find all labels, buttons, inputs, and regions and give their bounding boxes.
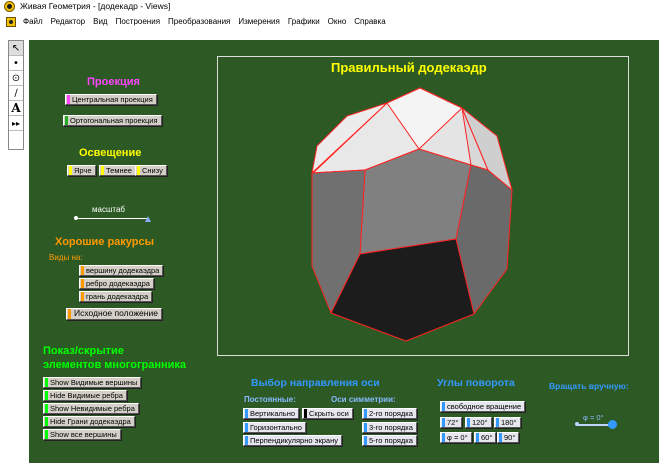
view-edge-button[interactable]: ребро додекаэдра bbox=[79, 278, 154, 289]
page-title: Правильный додекаэдр bbox=[331, 60, 487, 75]
from-below-label: Снизу bbox=[142, 166, 163, 175]
free-rotation-label: свободное вращение bbox=[447, 402, 522, 411]
angle-72-button[interactable]: 72° bbox=[440, 417, 463, 428]
visibility-title-line1: Показ/скрытие bbox=[43, 345, 124, 357]
view-face-label: грань додекаэдра bbox=[86, 292, 149, 301]
manual-rotation-title: Вращать вручную: bbox=[549, 381, 629, 391]
window-title-bar: Живая Геометрия - [додекадр - Views] bbox=[0, 0, 659, 14]
show-hidden-edges-button[interactable]: Show Невидимые ребра bbox=[43, 403, 139, 414]
reset-position-button[interactable]: Исходное положение bbox=[66, 308, 162, 320]
orthogonal-projection-button[interactable]: Ортогональная проекция bbox=[63, 115, 162, 126]
menu-bar: Файл Редактор Вид Построения Преобразова… bbox=[0, 14, 659, 29]
orthogonal-projection-label: Ортогональная проекция bbox=[70, 116, 158, 125]
menu-view[interactable]: Вид bbox=[89, 17, 111, 26]
reset-position-label: Исходное положение bbox=[74, 308, 158, 318]
views-title: Хорошие ракурсы bbox=[55, 236, 154, 248]
window-title: Живая Геометрия - [додекадр - Views] bbox=[20, 1, 171, 11]
axis-vertical-button[interactable]: Вертикально bbox=[243, 408, 300, 419]
hide-visible-edges-label: Hide Видимые ребра bbox=[50, 391, 123, 400]
axis-vertical-label: Вертикально bbox=[250, 409, 296, 418]
compass-tool-icon[interactable]: ⊙ bbox=[9, 71, 23, 86]
views-subtitle: Виды на: bbox=[49, 253, 83, 262]
menu-file[interactable]: Файл bbox=[19, 17, 47, 26]
axis-horizontal-label: Горизонтально bbox=[250, 423, 302, 432]
darker-label: Темнее bbox=[106, 166, 132, 175]
menu-measure[interactable]: Измерения bbox=[234, 17, 283, 26]
menu-window[interactable]: Окно bbox=[324, 17, 351, 26]
scale-slider-handle[interactable] bbox=[145, 216, 151, 222]
angle-180-button[interactable]: 180° bbox=[494, 417, 521, 428]
axis-perpendicular-button[interactable]: Перпендикулярно экрану bbox=[243, 435, 342, 446]
hide-axis-button[interactable]: Скрыть оси bbox=[302, 408, 353, 419]
dodecahedron-drawing[interactable] bbox=[217, 56, 629, 356]
hide-faces-button[interactable]: Hide Грани додекаэдра bbox=[43, 416, 135, 427]
axis-order5-button[interactable]: 5-го порядка bbox=[362, 435, 417, 446]
document-icon[interactable] bbox=[6, 16, 16, 27]
scale-label: масштаб bbox=[92, 205, 125, 214]
angle-90-label: 90° bbox=[504, 433, 516, 442]
arrow-select-icon[interactable]: ↖ bbox=[9, 41, 23, 56]
custom-tool-icon[interactable]: ▸▸ bbox=[9, 116, 23, 131]
hide-faces-label: Hide Грани додекаэдра bbox=[50, 417, 131, 426]
axis-order3-button[interactable]: 3-го порядка bbox=[362, 422, 417, 433]
central-projection-label: Центральная проекция bbox=[72, 95, 153, 104]
darker-button[interactable]: Темнее bbox=[99, 165, 136, 176]
show-visible-vertices-button[interactable]: Show Видимые вершины bbox=[43, 377, 142, 388]
manual-rotation-slider-handle[interactable] bbox=[608, 420, 617, 429]
sketchpad-app-icon bbox=[4, 1, 15, 12]
view-vertex-button[interactable]: вершину додекаэдра bbox=[79, 265, 164, 276]
sketch-canvas[interactable]: Правильный додекаэдр Проекция Центральна… bbox=[29, 40, 659, 463]
axis-order5-label: 5-го порядка bbox=[369, 436, 413, 445]
axis-constant-label: Постоянные: bbox=[244, 395, 296, 404]
point-tool-icon[interactable]: • bbox=[9, 56, 23, 71]
central-projection-button[interactable]: Центральная проекция bbox=[65, 94, 157, 105]
manual-rotation-slider-start bbox=[575, 422, 579, 426]
angle-180-label: 180° bbox=[501, 418, 517, 427]
lighting-title: Освещение bbox=[79, 147, 142, 159]
axis-title: Выбор направления оси bbox=[251, 377, 380, 389]
angle-72-label: 72° bbox=[447, 418, 459, 427]
show-visible-vertices-label: Show Видимые вершины bbox=[50, 378, 138, 387]
axis-order2-label: 2-го порядка bbox=[369, 409, 413, 418]
axis-order2-button[interactable]: 2-го порядка bbox=[362, 408, 417, 419]
segment-tool-icon[interactable]: ∕ bbox=[9, 86, 23, 101]
visibility-title-line2: элементов многогранника bbox=[43, 359, 187, 371]
menu-help[interactable]: Справка bbox=[350, 17, 389, 26]
show-hidden-edges-label: Show Невидимые ребра bbox=[50, 404, 135, 413]
view-edge-label: ребро додекаэдра bbox=[86, 279, 150, 288]
axis-order3-label: 3-го порядка bbox=[369, 423, 413, 432]
axis-perpendicular-label: Перпендикулярно экрану bbox=[250, 436, 338, 445]
angles-title: Углы поворота bbox=[437, 377, 515, 389]
text-tool-icon[interactable]: A bbox=[9, 101, 23, 116]
angle-90-button[interactable]: 90° bbox=[497, 432, 520, 443]
free-rotation-button[interactable]: свободное вращение bbox=[440, 401, 526, 412]
brighter-button[interactable]: Ярче bbox=[67, 165, 96, 176]
manual-rotation-slider-track[interactable] bbox=[577, 424, 611, 426]
axis-horizontal-button[interactable]: Горизонтально bbox=[243, 422, 306, 433]
tool-palette: ↖ • ⊙ ∕ A ▸▸ bbox=[8, 40, 24, 150]
menu-transform[interactable]: Преобразования bbox=[164, 17, 234, 26]
hide-visible-edges-button[interactable]: Hide Видимые ребра bbox=[43, 390, 127, 401]
show-all-vertices-button[interactable]: Show все вершины bbox=[43, 429, 121, 440]
view-face-button[interactable]: грань додекаэдра bbox=[79, 291, 153, 302]
brighter-label: Ярче bbox=[74, 166, 92, 175]
axis-symmetry-label: Оси симметрии: bbox=[331, 395, 396, 404]
manual-phi-label: φ = 0° bbox=[583, 413, 604, 422]
angle-120-button[interactable]: 120° bbox=[465, 417, 492, 428]
menu-construct[interactable]: Построения bbox=[112, 17, 164, 26]
scale-slider-start bbox=[74, 216, 78, 220]
show-all-vertices-label: Show все вершины bbox=[50, 430, 117, 439]
projection-title: Проекция bbox=[87, 76, 140, 88]
angle-120-label: 120° bbox=[472, 418, 488, 427]
from-below-button[interactable]: Снизу bbox=[135, 165, 167, 176]
angle-phi0-button[interactable]: φ = 0° bbox=[440, 432, 472, 443]
view-vertex-label: вершину додекаэдра bbox=[86, 266, 160, 275]
angle-60-label: 60° bbox=[481, 433, 493, 442]
menu-edit[interactable]: Редактор bbox=[47, 17, 89, 26]
menu-graph[interactable]: Графики bbox=[284, 17, 324, 26]
scale-slider-track[interactable] bbox=[76, 218, 148, 219]
angle-60-button[interactable]: 60° bbox=[474, 432, 497, 443]
angle-phi0-label: φ = 0° bbox=[447, 433, 468, 442]
hide-axis-label: Скрыть оси bbox=[309, 409, 349, 418]
